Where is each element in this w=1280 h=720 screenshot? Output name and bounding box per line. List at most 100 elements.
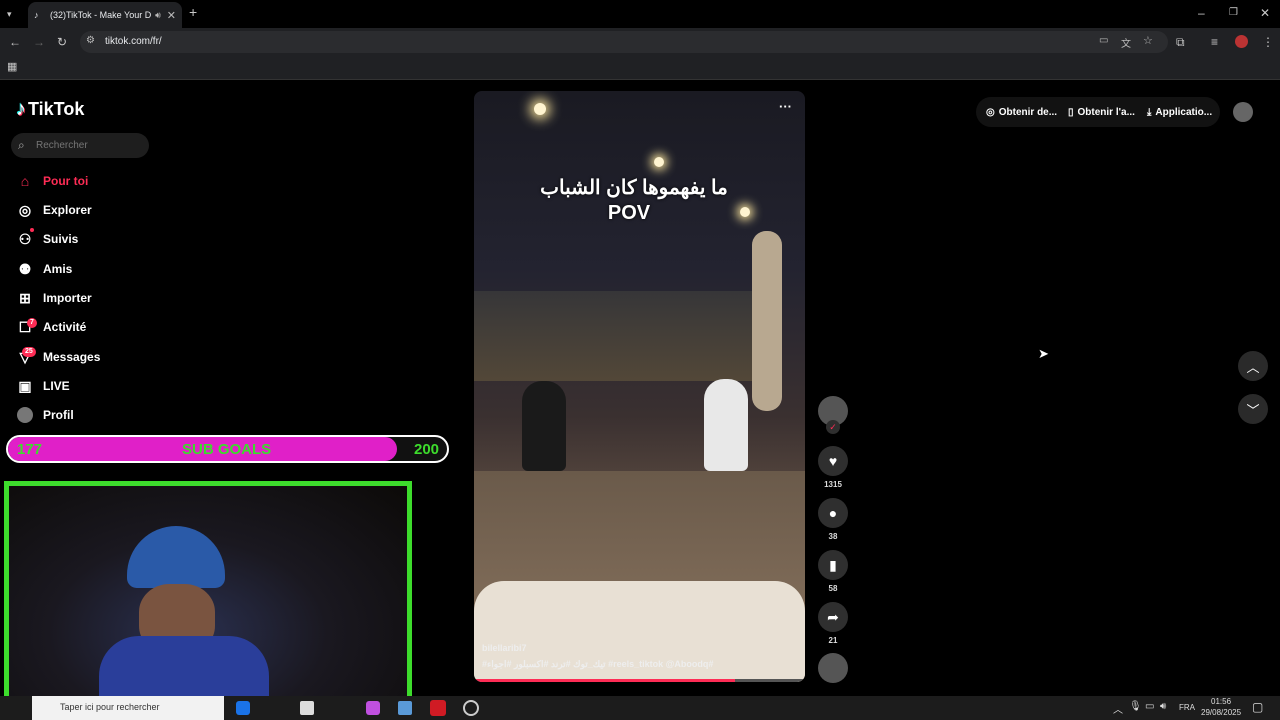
site-info-icon[interactable]: ⚙: [86, 35, 95, 46]
taskbar-app-icon[interactable]: [236, 701, 250, 715]
nav-label: Profil: [43, 408, 74, 422]
bookmark-icon: ▮: [818, 550, 848, 580]
url-text: tiktok.com/fr/: [105, 36, 162, 47]
search-box[interactable]: ⌕: [11, 133, 149, 158]
nav-live[interactable]: ▣ LIVE: [16, 375, 69, 397]
nav-label: Suivis: [43, 232, 79, 246]
search-icon: ⌕: [18, 138, 25, 152]
sub-goals-label: SUB GOALS: [182, 441, 272, 458]
taskbar-app-icon[interactable]: [300, 701, 314, 715]
get-coins-label: Obtenir de...: [998, 106, 1058, 118]
window-close-icon[interactable]: ✕: [1260, 6, 1270, 20]
nav-label: Amis: [43, 262, 73, 276]
nav-label: Activité: [43, 320, 87, 334]
share-icon: ➦: [818, 602, 848, 632]
user-avatar[interactable]: [1233, 102, 1253, 122]
volume-icon[interactable]: 🔊︎: [1160, 701, 1166, 712]
speaker-icon[interactable]: 🔊︎: [155, 10, 161, 21]
bookmark-star-icon[interactable]: ☆: [1143, 34, 1153, 47]
new-tab-button[interactable]: +: [189, 5, 197, 19]
like-count: 1315: [824, 480, 842, 489]
forward-icon[interactable]: →: [33, 35, 45, 49]
nav-upload[interactable]: ⊞ Importer: [16, 287, 92, 309]
chrome-menu-icon[interactable]: ⋮: [1262, 35, 1274, 49]
taskbar-app-icon[interactable]: [398, 701, 412, 715]
microphone-icon[interactable]: 🎙︎: [1129, 701, 1142, 712]
taskbar-app-icon[interactable]: [366, 701, 380, 715]
comment-button[interactable]: ● 38: [818, 498, 848, 541]
desktop-app-label: Applicatio...: [1155, 106, 1213, 118]
share-button[interactable]: ➦ 21: [818, 602, 848, 645]
download-icon: ⤓: [1147, 106, 1152, 118]
tiktok-logo[interactable]: ♪ TikTok: [16, 98, 84, 121]
video-progress-track[interactable]: [474, 679, 805, 682]
nav-profile[interactable]: Profil: [16, 404, 74, 426]
profile-icon: [16, 406, 34, 424]
minimize-icon[interactable]: –: [1198, 6, 1205, 20]
person-right: [704, 379, 748, 471]
video-author[interactable]: bilellaribi7: [482, 643, 527, 653]
save-count: 58: [828, 584, 838, 593]
tab-close-icon[interactable]: ✕: [167, 9, 176, 22]
follow-check-icon[interactable]: ✓: [826, 420, 840, 434]
save-button[interactable]: ▮ 58: [818, 550, 848, 593]
following-dot: [30, 228, 34, 232]
webcam-frame: [4, 481, 412, 701]
nav-for-you[interactable]: ⌂ Pour toi: [16, 170, 89, 192]
mouse-cursor-icon: ➤: [1038, 346, 1049, 361]
media-control-icon[interactable]: ≡: [1211, 35, 1218, 49]
get-coins-button[interactable]: ◎ Obtenir de...: [986, 100, 1057, 124]
nav-label: Pour toi: [43, 174, 89, 188]
taskbar-search-text: Taper ici pour rechercher: [60, 702, 160, 712]
music-disc-icon: [818, 653, 848, 683]
video-more-icon[interactable]: ···: [779, 99, 792, 114]
nav-friends[interactable]: ⚉ Amis: [16, 258, 73, 280]
tab-search-icon[interactable]: ▾: [7, 7, 12, 21]
address-bar[interactable]: ⚙ tiktok.com/fr/ ▭ 文 ☆: [80, 31, 1168, 53]
taskbar-search-box[interactable]: Taper ici pour rechercher: [32, 696, 224, 720]
like-button[interactable]: ♥ 1315: [818, 446, 848, 489]
coin-icon: ◎: [986, 106, 995, 118]
taskbar-app-icon[interactable]: [430, 700, 446, 716]
get-app-button[interactable]: ▯ Obtenir l'a...: [1068, 100, 1135, 124]
video-hashtags[interactable]: #تيك_توك #ترند #اكسبلور #اجواء #reels_ti…: [482, 659, 782, 670]
video-player[interactable]: ··· ما يفهموها كان الشباب POV bilellarib…: [474, 91, 805, 682]
restore-icon[interactable]: ❐: [1229, 6, 1238, 20]
taskbar-app-icon[interactable]: [463, 700, 479, 716]
tiktok-favicon-icon: ♪: [34, 10, 39, 20]
notifications-icon[interactable]: ▢: [1252, 700, 1263, 714]
sub-target: 200: [414, 441, 440, 458]
tray-chevron-icon[interactable]: ︿: [1113, 701, 1123, 716]
comment-icon: ●: [818, 498, 848, 528]
video-caption-pov: POV: [607, 202, 651, 224]
search-input[interactable]: [36, 137, 141, 154]
nav-label: Importer: [43, 291, 92, 305]
profile-avatar[interactable]: [1235, 35, 1248, 48]
nav-label: Explorer: [43, 203, 92, 217]
desktop-app-button[interactable]: ⤓ Applicatio...: [1147, 100, 1212, 124]
previous-video-button[interactable]: ︿: [1238, 351, 1268, 381]
extensions-icon[interactable]: ⧉: [1176, 35, 1185, 49]
upload-icon: ⊞: [19, 289, 31, 306]
terrace-umbrella: [752, 231, 782, 411]
nav-following[interactable]: ⚇ Suivis: [16, 228, 79, 250]
cast-icon[interactable]: ▭: [1099, 35, 1108, 46]
background-building: [474, 291, 774, 381]
browser-tab[interactable]: ♪ (32)TikTok - Make Your Day 🔊︎ ✕: [28, 2, 182, 28]
apps-grid-icon[interactable]: ▦: [7, 60, 17, 74]
next-video-button[interactable]: ﹀: [1238, 394, 1268, 424]
network-icon[interactable]: ▭: [1145, 701, 1154, 712]
reload-icon[interactable]: ↻: [57, 35, 67, 49]
back-icon[interactable]: ←: [9, 35, 21, 49]
nav-activity[interactable]: ☐ Activité: [16, 316, 87, 338]
following-icon: ⚇: [18, 230, 32, 247]
phone-icon: ▯: [1068, 106, 1074, 118]
translate-icon[interactable]: 文: [1121, 35, 1131, 50]
creator-avatar[interactable]: ✓: [818, 396, 848, 434]
clock-time[interactable]: 01:56: [1211, 697, 1231, 706]
sound-avatar[interactable]: [818, 653, 848, 683]
clock-date[interactable]: 29/08/2025: [1201, 708, 1241, 717]
activity-badge: 7: [27, 318, 37, 328]
language-indicator[interactable]: FRA: [1179, 703, 1195, 712]
nav-explore[interactable]: ◎ Explorer: [16, 199, 92, 221]
